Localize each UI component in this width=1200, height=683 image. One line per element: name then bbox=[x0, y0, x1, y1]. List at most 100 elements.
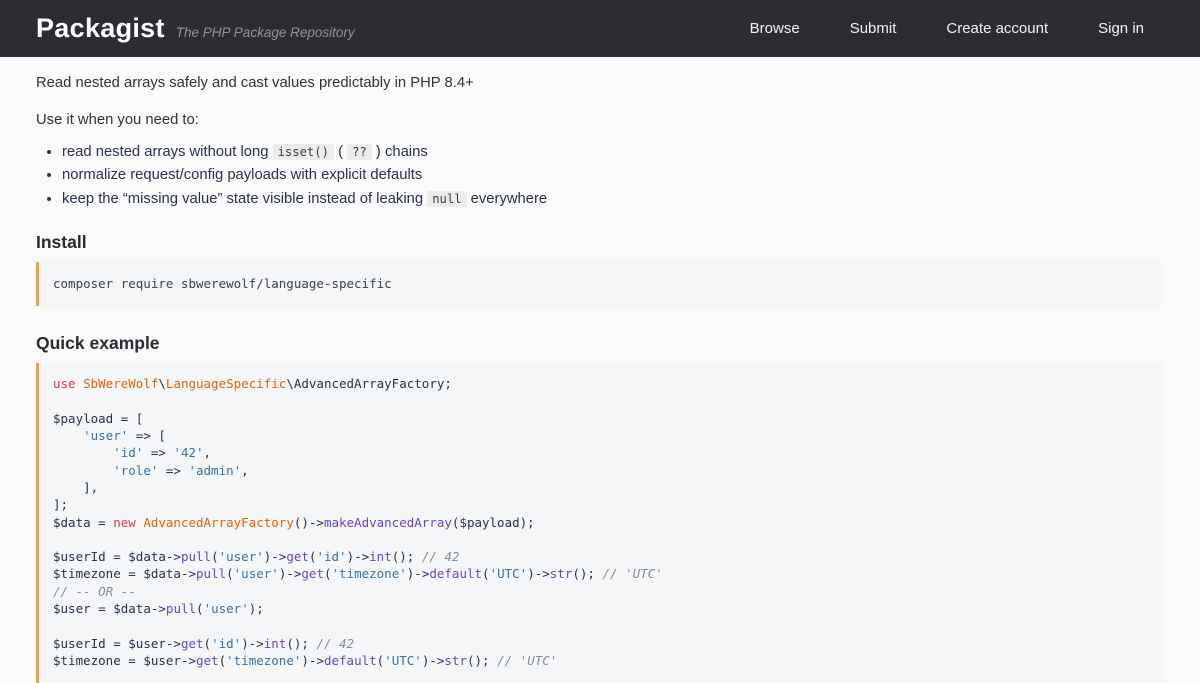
use-when-paragraph: Use it when you need to: bbox=[36, 110, 1164, 130]
code-token: str bbox=[550, 566, 573, 581]
code-token: get bbox=[301, 566, 324, 581]
code-token: get bbox=[286, 549, 309, 564]
code-token: , bbox=[241, 463, 249, 478]
code-token: default bbox=[429, 566, 482, 581]
code-token: // 42 bbox=[316, 636, 354, 651]
code-token: \ bbox=[158, 376, 166, 391]
code-token: 'user' bbox=[234, 566, 279, 581]
code-token: $timezone bbox=[53, 653, 121, 668]
code-token: 'UTC' bbox=[384, 653, 422, 668]
code-token: // 42 bbox=[422, 549, 460, 564]
inline-code: isset() bbox=[273, 144, 334, 160]
code-token bbox=[53, 463, 113, 478]
code-token: ( bbox=[334, 144, 347, 160]
code-token: $payload bbox=[459, 515, 519, 530]
code-token: = bbox=[106, 549, 129, 564]
code-token: ]; bbox=[53, 497, 68, 512]
code-token: ); bbox=[520, 515, 535, 530]
code-token: 'timezone' bbox=[332, 566, 407, 581]
code-token: use bbox=[53, 376, 76, 391]
code-line: $userId = $data->pull('user')->get('id')… bbox=[53, 548, 1148, 565]
code-token: ( bbox=[226, 566, 234, 581]
code-token: = bbox=[106, 636, 129, 651]
code-line: // -- OR -- bbox=[53, 583, 1148, 600]
code-token: = bbox=[91, 601, 114, 616]
code-token: read nested arrays without long bbox=[62, 144, 273, 160]
code-token: = bbox=[91, 515, 114, 530]
code-token: -> bbox=[166, 636, 181, 651]
code-line: $payload = [ bbox=[53, 410, 1148, 427]
code-token: ( bbox=[219, 653, 227, 668]
code-token: , bbox=[204, 445, 212, 460]
install-command-block: composer require sbwerewolf/language-spe… bbox=[36, 262, 1164, 306]
code-token: )-> bbox=[407, 566, 430, 581]
code-line: $userId = $user->get('id')->int(); // 42 bbox=[53, 635, 1148, 652]
quick-example-heading: Quick example bbox=[36, 333, 1164, 354]
code-token: $timezone bbox=[53, 566, 121, 581]
code-line: $timezone = $data->pull('user')->get('ti… bbox=[53, 565, 1148, 582]
code-token: pull bbox=[181, 549, 211, 564]
code-token: default bbox=[324, 653, 377, 668]
code-token: $user bbox=[53, 601, 91, 616]
code-token: -> bbox=[181, 566, 196, 581]
nav-link-create-account[interactable]: Create account bbox=[946, 20, 1048, 37]
code-token: 'id' bbox=[316, 549, 346, 564]
code-token: ) chains bbox=[372, 144, 428, 160]
code-token: 'user' bbox=[204, 601, 249, 616]
code-token: new bbox=[113, 515, 136, 530]
code-token: -> bbox=[166, 549, 181, 564]
code-token: ( bbox=[211, 549, 219, 564]
code-token: LanguageSpecific bbox=[166, 376, 286, 391]
code-token: 'user' bbox=[219, 549, 264, 564]
code-token: pull bbox=[196, 566, 226, 581]
site-header: Packagist The PHP Package Repository Bro… bbox=[0, 0, 1200, 57]
nav-link-browse[interactable]: Browse bbox=[750, 20, 800, 37]
code-token: $user bbox=[128, 636, 166, 651]
code-token: get bbox=[181, 636, 204, 651]
code-token: 'admin' bbox=[188, 463, 241, 478]
packagist-logo[interactable]: Packagist bbox=[36, 15, 165, 42]
code-token: normalize request/config payloads with e… bbox=[62, 167, 422, 183]
code-token bbox=[53, 428, 83, 443]
code-token: ); bbox=[249, 601, 264, 616]
code-token: SbWereWolf bbox=[83, 376, 158, 391]
code-token: ()-> bbox=[294, 515, 324, 530]
code-token: $userId bbox=[53, 636, 106, 651]
code-token: => [ bbox=[128, 428, 166, 443]
code-token: -> bbox=[151, 601, 166, 616]
code-token: // 'UTC' bbox=[602, 566, 662, 581]
code-token: 'id' bbox=[113, 445, 143, 460]
code-line: 'role' => 'admin', bbox=[53, 462, 1148, 479]
code-line: $user = $data->pull('user'); bbox=[53, 600, 1148, 617]
code-line: $timezone = $user->get('timezone')->defa… bbox=[53, 652, 1148, 669]
code-token: $user bbox=[143, 653, 181, 668]
code-line: $data = new AdvancedArrayFactory()->make… bbox=[53, 514, 1148, 531]
list-item: keep the “missing value” state visible i… bbox=[62, 188, 1164, 211]
code-token: )-> bbox=[279, 566, 302, 581]
list-item: read nested arrays without long isset() … bbox=[62, 141, 1164, 164]
code-token: 'role' bbox=[113, 463, 158, 478]
code-token: \AdvancedArrayFactory; bbox=[286, 376, 452, 391]
code-line: ], bbox=[53, 479, 1148, 496]
site-tagline: The PHP Package Repository bbox=[176, 25, 355, 40]
code-token: ( bbox=[324, 566, 332, 581]
code-token: '42' bbox=[173, 445, 203, 460]
inline-code: null bbox=[427, 191, 466, 207]
code-token: 'id' bbox=[211, 636, 241, 651]
code-token: // -- OR -- bbox=[53, 584, 136, 599]
feature-list: read nested arrays without long isset() … bbox=[36, 141, 1164, 211]
code-token: 'UTC' bbox=[490, 566, 528, 581]
code-line: 'user' => [ bbox=[53, 427, 1148, 444]
code-token: -> bbox=[181, 653, 196, 668]
code-token: )-> bbox=[527, 566, 550, 581]
code-token: $data bbox=[128, 549, 166, 564]
code-token: 'user' bbox=[83, 428, 128, 443]
readme-intro-paragraph: Read nested arrays safely and cast value… bbox=[36, 73, 1164, 93]
code-token: int bbox=[369, 549, 392, 564]
nav-link-submit[interactable]: Submit bbox=[850, 20, 897, 37]
code-token: (); bbox=[467, 653, 497, 668]
code-token: $payload bbox=[53, 411, 113, 426]
nav-link-sign-in[interactable]: Sign in bbox=[1098, 20, 1144, 37]
code-token: ( bbox=[482, 566, 490, 581]
code-line: use SbWereWolf\LanguageSpecific\Advanced… bbox=[53, 375, 1148, 392]
